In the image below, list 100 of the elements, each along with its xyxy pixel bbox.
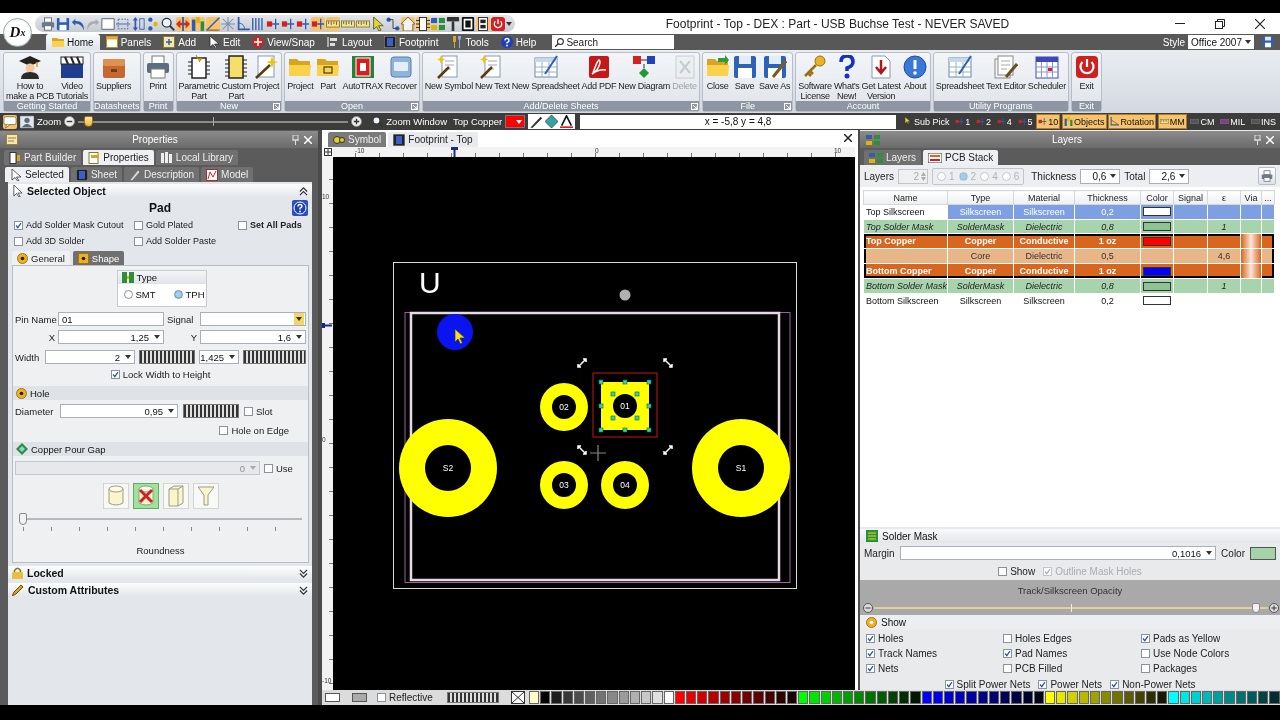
color-swatch[interactable]: [1250, 546, 1276, 560]
color-swatch[interactable]: [708, 691, 719, 704]
status-toggle[interactable]: 4: [994, 114, 1014, 129]
status-toggle[interactable]: MM: [1157, 114, 1187, 129]
color-swatch[interactable]: [663, 691, 674, 704]
color-swatch[interactable]: [1168, 691, 1179, 704]
pointer-icon[interactable]: [371, 16, 385, 31]
color-swatch[interactable]: [865, 691, 876, 704]
color-swatch[interactable]: [551, 691, 562, 704]
pad[interactable]: 02: [540, 383, 588, 431]
color-swatch[interactable]: [1134, 691, 1145, 704]
ribbon-button[interactable]: Get Latest Version: [860, 55, 902, 101]
pen-icon[interactable]: [530, 115, 544, 128]
color-swatch[interactable]: [1143, 207, 1171, 217]
nodes-icon[interactable]: [386, 16, 400, 31]
pin-icon[interactable]: [292, 134, 299, 145]
color-swatch[interactable]: [730, 691, 742, 704]
color-swatch[interactable]: [1235, 691, 1246, 704]
column-header[interactable]: Signal: [1173, 190, 1208, 205]
pin-icon[interactable]: [1254, 134, 1261, 145]
ribbon-tab[interactable]: View/Snap: [246, 34, 321, 50]
document-tab[interactable]: Footprint - Top: [388, 132, 478, 147]
color-swatch[interactable]: [719, 691, 730, 704]
ribbon-button[interactable]: Part: [314, 55, 342, 91]
panel-tab[interactable]: Part Builder: [4, 150, 82, 165]
color-swatch[interactable]: [1143, 236, 1171, 246]
ribbon-button[interactable]: New Text: [473, 55, 511, 91]
status-toggle[interactable]: Sub Pick: [902, 114, 952, 129]
opacity-slider-thumb[interactable]: [1252, 603, 1261, 613]
customize-caret-icon[interactable]: [506, 21, 512, 26]
color-swatch[interactable]: [685, 691, 697, 704]
ribbon-button[interactable]: How to make a PCB: [5, 55, 56, 101]
color-swatch[interactable]: [1179, 691, 1190, 704]
color-grid-icon[interactable]: [431, 16, 445, 31]
magnifier-icon[interactable]: [372, 116, 384, 127]
ribbon-button[interactable]: Suppliers: [94, 55, 133, 91]
jog-control[interactable]: [139, 350, 195, 364]
checkbox[interactable]: [14, 236, 23, 246]
color-swatch[interactable]: [562, 691, 573, 704]
dots-icon[interactable]: [146, 16, 160, 31]
ribbon-button[interactable]: Add PDF: [580, 55, 618, 91]
rotate-handle-icon[interactable]: [663, 445, 673, 455]
color-swatch[interactable]: [1202, 691, 1213, 704]
layer-color-dropdown[interactable]: [505, 115, 526, 128]
horizontal-arrows-icon[interactable]: [176, 16, 190, 31]
expand-icon[interactable]: [299, 568, 308, 578]
checkbox[interactable]: [110, 370, 120, 379]
ribbon-button[interactable]: Video Tutorials: [55, 55, 89, 101]
ribbon-button[interactable]: Recover: [384, 55, 418, 91]
margin-field[interactable]: 0,1016: [899, 546, 1217, 560]
color-swatch[interactable]: [977, 691, 988, 704]
ribbon-tab[interactable]: Tools: [444, 34, 495, 50]
checkbox[interactable]: [1038, 680, 1048, 689]
color-swatch[interactable]: [843, 691, 854, 704]
color-swatch[interactable]: [1022, 691, 1033, 704]
ribbon-button[interactable]: New Spreadsheet: [510, 55, 581, 91]
color-swatch[interactable]: [753, 691, 764, 704]
color-swatch[interactable]: [764, 691, 775, 704]
color-swatch[interactable]: [887, 691, 899, 704]
checkbox[interactable]: [1110, 680, 1120, 689]
rotate-handle-icon[interactable]: [663, 358, 673, 368]
color-swatch[interactable]: [1143, 281, 1171, 291]
height-field[interactable]: 1,425: [199, 350, 239, 364]
status-toggle[interactable]: Rotation: [1108, 114, 1156, 129]
pad[interactable]: S2: [399, 419, 497, 517]
pad[interactable]: S1: [692, 419, 790, 517]
status-toggle[interactable]: 1: [953, 114, 973, 129]
width-field[interactable]: 2: [45, 350, 135, 364]
panel-tab[interactable]: PCB Stack: [923, 150, 999, 165]
color-swatch[interactable]: [1112, 691, 1123, 704]
status-toggle[interactable]: 10: [1036, 114, 1061, 129]
panel-tab[interactable]: Layers: [864, 150, 921, 165]
color-swatch[interactable]: [1078, 691, 1089, 704]
outline-rectangle-icon[interactable]: [325, 693, 340, 702]
checkbox[interactable]: [14, 220, 23, 230]
ribbon-button[interactable]: Close: [704, 55, 732, 91]
color-swatch[interactable]: [1213, 691, 1224, 704]
column-header[interactable]: Via: [1240, 190, 1262, 205]
color-swatch[interactable]: [1000, 691, 1011, 704]
ribbon-tab[interactable]: Home: [46, 34, 100, 50]
color-swatch[interactable]: [641, 691, 652, 704]
ribbon-button[interactable]: Exit: [1073, 55, 1100, 91]
no-color-swatch-icon[interactable]: [510, 691, 525, 704]
panel-tab[interactable]: Local Library: [155, 150, 239, 165]
jog-control[interactable]: [446, 692, 499, 703]
color-swatch[interactable]: [1033, 691, 1044, 704]
pin-name-field[interactable]: 01: [58, 312, 164, 326]
color-swatch[interactable]: [652, 691, 663, 704]
rotate-handle-icon[interactable]: [577, 445, 587, 455]
dialog-launcher-icon[interactable]: [691, 103, 699, 110]
checkbox[interactable]: [998, 567, 1008, 576]
color-swatch[interactable]: [786, 691, 798, 704]
bars-icon[interactable]: [191, 16, 205, 31]
filled-rectangle-icon[interactable]: [352, 693, 367, 702]
color-swatch[interactable]: [1224, 691, 1235, 704]
dialog-launcher-icon[interactable]: [273, 103, 281, 110]
status-toggle[interactable]: CM: [1188, 114, 1217, 129]
color-swatch[interactable]: [1044, 691, 1056, 704]
ribbon-tab[interactable]: Footprint: [377, 34, 445, 50]
color-swatch[interactable]: [831, 691, 843, 704]
